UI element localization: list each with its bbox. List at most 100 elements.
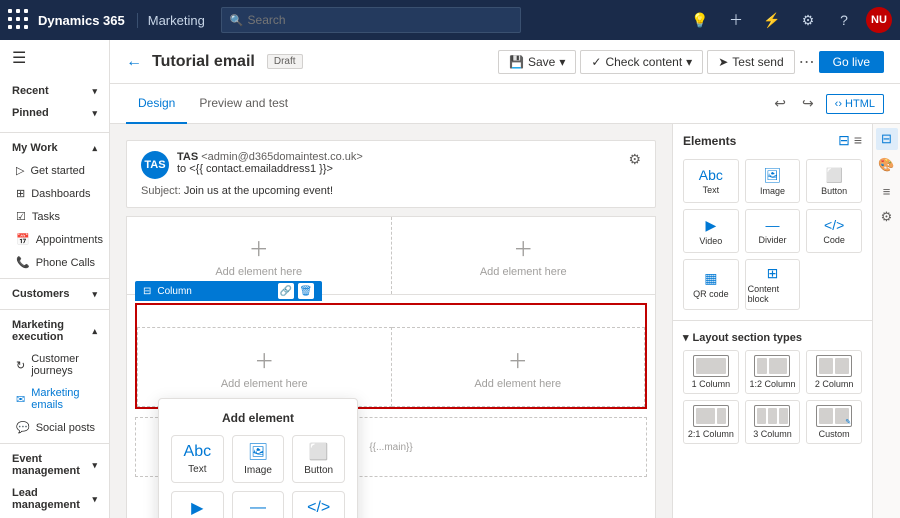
filter-icon[interactable]: ⚡ (758, 6, 786, 34)
sidebar-item-dashboards[interactable]: ⊞Dashboards (0, 182, 109, 205)
save-button[interactable]: 💾 Save ▾ (498, 50, 576, 74)
check-content-dropdown-icon[interactable]: ▾ (686, 55, 692, 69)
text-icon: Abc (699, 167, 723, 183)
plus-icon[interactable]: ＋ (722, 6, 750, 34)
element-tile-image[interactable]: 🖼 Image (232, 435, 285, 483)
sidebar-event-mgmt[interactable]: Event management ▾ (0, 448, 109, 482)
list-view-icon[interactable]: ≡ (854, 132, 862, 149)
element-tile-text[interactable]: Abc Text (171, 435, 224, 483)
elements-title: Elements (683, 134, 736, 148)
layout-section-header[interactable]: ▾ Layout section types (683, 331, 862, 344)
chevron-down-icon: ▾ (92, 108, 97, 119)
el-content-block[interactable]: ⊞Content block (745, 259, 801, 310)
sidebar-item-marketing-emails[interactable]: ✉Marketing emails (0, 382, 109, 416)
more-options-icon[interactable]: ⋯ (799, 52, 815, 72)
image-icon: 🖼 (764, 167, 782, 184)
add-element-popup: Add element Abc Text 🖼 Image (158, 398, 358, 518)
app-launcher-icon[interactable] (8, 9, 30, 31)
code-icon: </> (824, 217, 844, 233)
column-cell-left[interactable]: ＋ Add element here Add element Abc (137, 327, 392, 407)
layers-panel-button[interactable]: ≡ (876, 180, 898, 202)
button-icon: ⬜ (825, 167, 842, 184)
sidebar-pinned[interactable]: Pinned ▾ (0, 102, 109, 124)
settings-icon[interactable]: ⚙ (794, 6, 822, 34)
sidebar-hamburger[interactable]: ☰ (0, 40, 109, 76)
add-element-right[interactable]: ＋ Add element here (392, 217, 656, 294)
html-button[interactable]: ‹› HTML (826, 94, 884, 114)
plus-icon: ＋ (508, 345, 528, 374)
element-tile-button[interactable]: ⬜ Button (292, 435, 345, 483)
el-qrcode[interactable]: ▦QR code (683, 259, 739, 310)
grid-view-icon[interactable]: ⊟ (838, 132, 850, 149)
text-icon: Abc (184, 443, 212, 461)
redo-button[interactable]: ↪ (798, 93, 818, 114)
layout-3col[interactable]: 3 Column (745, 400, 801, 444)
layout-21col[interactable]: 2:1 Column (683, 400, 739, 444)
settings-panel-button[interactable]: ⚙ (876, 206, 898, 228)
column-cell-right[interactable]: ＋ Add element here (392, 327, 646, 407)
chevron-up-icon: ▴ (92, 326, 97, 337)
selected-column: ⊟ Column 🔗 🗑 ＋ (135, 303, 647, 409)
layout-1col[interactable]: 1 Column (683, 350, 739, 394)
sidebar-marketing-exec[interactable]: Marketing execution ▴ (0, 314, 109, 348)
element-tile-code[interactable]: </> Code (292, 491, 345, 518)
tab-preview[interactable]: Preview and test (187, 84, 300, 124)
add-element-col-left[interactable]: ＋ Add element here (205, 329, 324, 406)
email-header: TAS TAS <admin@d365domaintest.co.uk> to … (126, 140, 656, 208)
sidebar-item-tasks[interactable]: ☑Tasks (0, 205, 109, 228)
tab-design[interactable]: Design (126, 84, 187, 124)
qrcode-icon: ▦ (704, 270, 717, 287)
email-settings-icon[interactable]: ⚙ (628, 151, 641, 168)
back-button[interactable]: ← (126, 53, 142, 71)
layout-2col[interactable]: 2 Column (806, 350, 862, 394)
column-header-bar: ⊟ Column 🔗 🗑 (135, 281, 322, 301)
sidebar-customers[interactable]: Customers ▾ (0, 283, 109, 305)
user-avatar[interactable]: NU (866, 7, 892, 33)
layout-12col[interactable]: 1:2 Column (745, 350, 801, 394)
sidebar-lead-mgmt[interactable]: Lead management ▾ (0, 482, 109, 516)
check-content-button[interactable]: ✓ Check content ▾ (580, 50, 703, 74)
popup-title: Add element (171, 411, 345, 425)
sidebar-item-phone-calls[interactable]: 📞Phone Calls (0, 251, 109, 274)
12col-icon (754, 355, 790, 377)
layout-custom[interactable]: ✎ Custom (806, 400, 862, 444)
elements-panel-button[interactable]: ⊟ (876, 128, 898, 150)
el-image[interactable]: 🖼Image (745, 159, 801, 203)
el-code[interactable]: </>Code (806, 209, 862, 253)
element-grid: Abc Text 🖼 Image ⬜ (171, 435, 345, 518)
element-tile-video[interactable]: ▶ Video (171, 491, 224, 518)
code-icon: </> (307, 499, 330, 517)
add-element-col-right[interactable]: ＋ Add element here (458, 329, 577, 406)
right-panel-view-icons: ⊟ ≡ (838, 132, 862, 149)
test-send-button[interactable]: ➤ Test send (707, 50, 794, 74)
chevron-down-icon: ▾ (92, 460, 97, 471)
sidebar-item-appointments[interactable]: 📅Appointments (0, 228, 109, 251)
el-button[interactable]: ⬜Button (806, 159, 862, 203)
sidebar-item-get-started[interactable]: ▷Get started (0, 159, 109, 182)
top-nav-actions: 💡 ＋ ⚡ ⚙ ? NU (686, 6, 892, 34)
email-subject: Subject: Join us at the upcoming event! (141, 185, 641, 197)
undo-button[interactable]: ↩ (770, 93, 790, 114)
sidebar-item-social-posts[interactable]: 💬Social posts (0, 416, 109, 439)
el-divider[interactable]: —Divider (745, 209, 801, 253)
element-tile-divider[interactable]: — Divider (232, 491, 285, 518)
save-dropdown-icon[interactable]: ▾ (559, 55, 565, 69)
lightbulb-icon[interactable]: 💡 (686, 6, 714, 34)
plus-icon: ＋ (513, 233, 533, 262)
sidebar-item-customer-journeys[interactable]: ↻Customer journeys (0, 348, 109, 382)
global-search[interactable]: 🔍 (221, 7, 521, 33)
help-icon[interactable]: ? (830, 6, 858, 34)
go-live-button[interactable]: Go live (819, 51, 884, 73)
sidebar-my-work[interactable]: My Work ▴ (0, 137, 109, 159)
el-text[interactable]: AbcText (683, 159, 739, 203)
app-module: Marketing (137, 13, 205, 28)
layout-grid: 1 Column 1:2 Column (683, 350, 862, 444)
1col-icon (693, 355, 729, 377)
search-input[interactable] (248, 13, 512, 27)
image-icon: 🖼 (248, 442, 268, 462)
sidebar-recent[interactable]: Recent ▾ (0, 80, 109, 102)
styles-panel-button[interactable]: 🎨 (876, 154, 898, 176)
column-delete-button[interactable]: 🗑 (298, 283, 314, 299)
el-video[interactable]: ▶Video (683, 209, 739, 253)
column-link-button[interactable]: 🔗 (278, 283, 294, 299)
